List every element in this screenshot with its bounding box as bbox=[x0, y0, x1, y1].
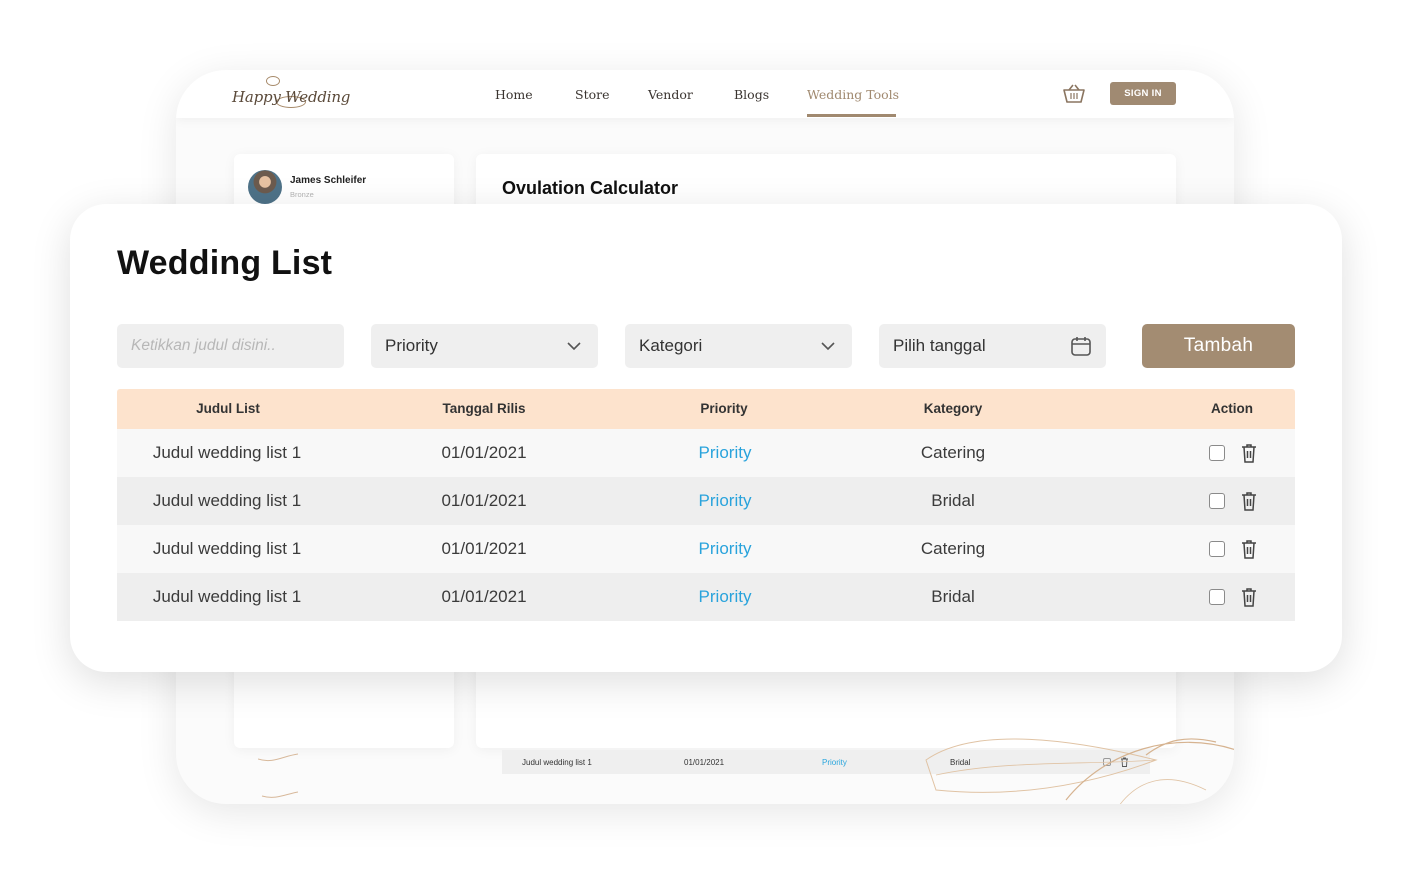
chevron-down-icon bbox=[567, 342, 581, 351]
wedding-list-table: Judul List Tanggal Rilis Priority Katego… bbox=[117, 389, 1295, 621]
trash-icon[interactable] bbox=[1240, 587, 1258, 607]
add-button[interactable]: Tambah bbox=[1142, 324, 1295, 368]
bg-row-date: 01/01/2021 bbox=[684, 758, 725, 767]
column-header-action: Action bbox=[1211, 401, 1253, 416]
user-name: James Schleifer bbox=[290, 175, 367, 186]
priority-select-value: Priority bbox=[385, 336, 438, 355]
nav-home[interactable]: Home bbox=[495, 87, 533, 102]
sign-in-button[interactable]: SIGN IN bbox=[1110, 82, 1176, 105]
row-category: Bridal bbox=[931, 491, 975, 510]
row-date: 01/01/2021 bbox=[441, 491, 527, 510]
priority-select[interactable]: Priority bbox=[371, 324, 598, 368]
wedding-list-card: Wedding List Priority Kategori Pilih tan… bbox=[70, 204, 1342, 672]
date-picker[interactable]: Pilih tanggal bbox=[879, 324, 1106, 368]
date-picker-placeholder: Pilih tanggal bbox=[893, 336, 986, 355]
ring-icon bbox=[266, 76, 280, 86]
table-row: Judul wedding list 1 01/01/2021 Priority… bbox=[117, 525, 1295, 573]
trash-icon[interactable] bbox=[1240, 443, 1258, 463]
category-select[interactable]: Kategori bbox=[625, 324, 852, 368]
column-header-category[interactable]: Kategory bbox=[924, 389, 983, 429]
happy-wedding-logo[interactable]: Happy Wedding bbox=[232, 76, 350, 108]
row-checkbox[interactable] bbox=[1209, 541, 1225, 557]
page-title: Wedding List bbox=[117, 244, 333, 282]
row-priority-link[interactable]: Priority bbox=[699, 429, 752, 477]
user-tier: Bronze bbox=[290, 190, 314, 199]
screenshot-stage: Happy Wedding Home Store Vendor Blogs We… bbox=[0, 0, 1412, 874]
nav-store[interactable]: Store bbox=[575, 87, 610, 102]
row-priority-link[interactable]: Priority bbox=[699, 477, 752, 525]
bg-row-priority[interactable]: Priority bbox=[822, 758, 847, 767]
row-checkbox[interactable] bbox=[1209, 445, 1225, 461]
chevron-down-icon bbox=[821, 342, 835, 351]
table-row: Judul wedding list 1 01/01/2021 Priority… bbox=[117, 477, 1295, 525]
table-row: Judul wedding list 1 01/01/2021 Priority… bbox=[117, 429, 1295, 477]
bg-row-title: Judul wedding list 1 bbox=[522, 758, 592, 767]
row-priority-link[interactable]: Priority bbox=[699, 525, 752, 573]
column-header-title[interactable]: Judul List bbox=[196, 389, 260, 429]
floral-decoration-icon bbox=[925, 738, 1234, 804]
top-navigation-bar: Happy Wedding Home Store Vendor Blogs We… bbox=[176, 70, 1234, 118]
row-title: Judul wedding list 1 bbox=[152, 443, 302, 462]
row-checkbox[interactable] bbox=[1209, 493, 1225, 509]
row-date: 01/01/2021 bbox=[441, 587, 527, 606]
floral-decoration-icon bbox=[258, 753, 298, 798]
table-row: Judul wedding list 1 01/01/2021 Priority… bbox=[117, 573, 1295, 621]
table-header: Judul List Tanggal Rilis Priority Katego… bbox=[117, 389, 1295, 429]
calendar-icon[interactable] bbox=[1070, 335, 1092, 357]
search-input[interactable] bbox=[117, 324, 344, 368]
nav-vendor[interactable]: Vendor bbox=[648, 87, 693, 102]
column-header-priority[interactable]: Priority bbox=[700, 389, 747, 429]
row-category: Catering bbox=[920, 539, 986, 558]
trash-icon[interactable] bbox=[1240, 539, 1258, 559]
row-date: 01/01/2021 bbox=[441, 539, 527, 558]
nav-blogs[interactable]: Blogs bbox=[734, 87, 769, 102]
column-header-date[interactable]: Tanggal Rilis bbox=[442, 389, 525, 429]
panel-title: Ovulation Calculator bbox=[502, 178, 679, 198]
trash-icon[interactable] bbox=[1240, 491, 1258, 511]
row-category: Bridal bbox=[931, 587, 975, 606]
nav-wedding-tools[interactable]: Wedding Tools bbox=[807, 87, 899, 102]
row-title: Judul wedding list 1 bbox=[152, 539, 302, 558]
avatar[interactable] bbox=[248, 170, 282, 204]
row-category: Catering bbox=[920, 443, 986, 462]
row-title: Judul wedding list 1 bbox=[152, 491, 302, 510]
row-priority-link[interactable]: Priority bbox=[699, 573, 752, 621]
row-date: 01/01/2021 bbox=[441, 443, 527, 462]
row-title: Judul wedding list 1 bbox=[152, 587, 302, 606]
cart-icon[interactable] bbox=[1062, 84, 1086, 104]
row-checkbox[interactable] bbox=[1209, 589, 1225, 605]
category-select-value: Kategori bbox=[639, 336, 703, 355]
active-nav-underline bbox=[807, 114, 896, 117]
